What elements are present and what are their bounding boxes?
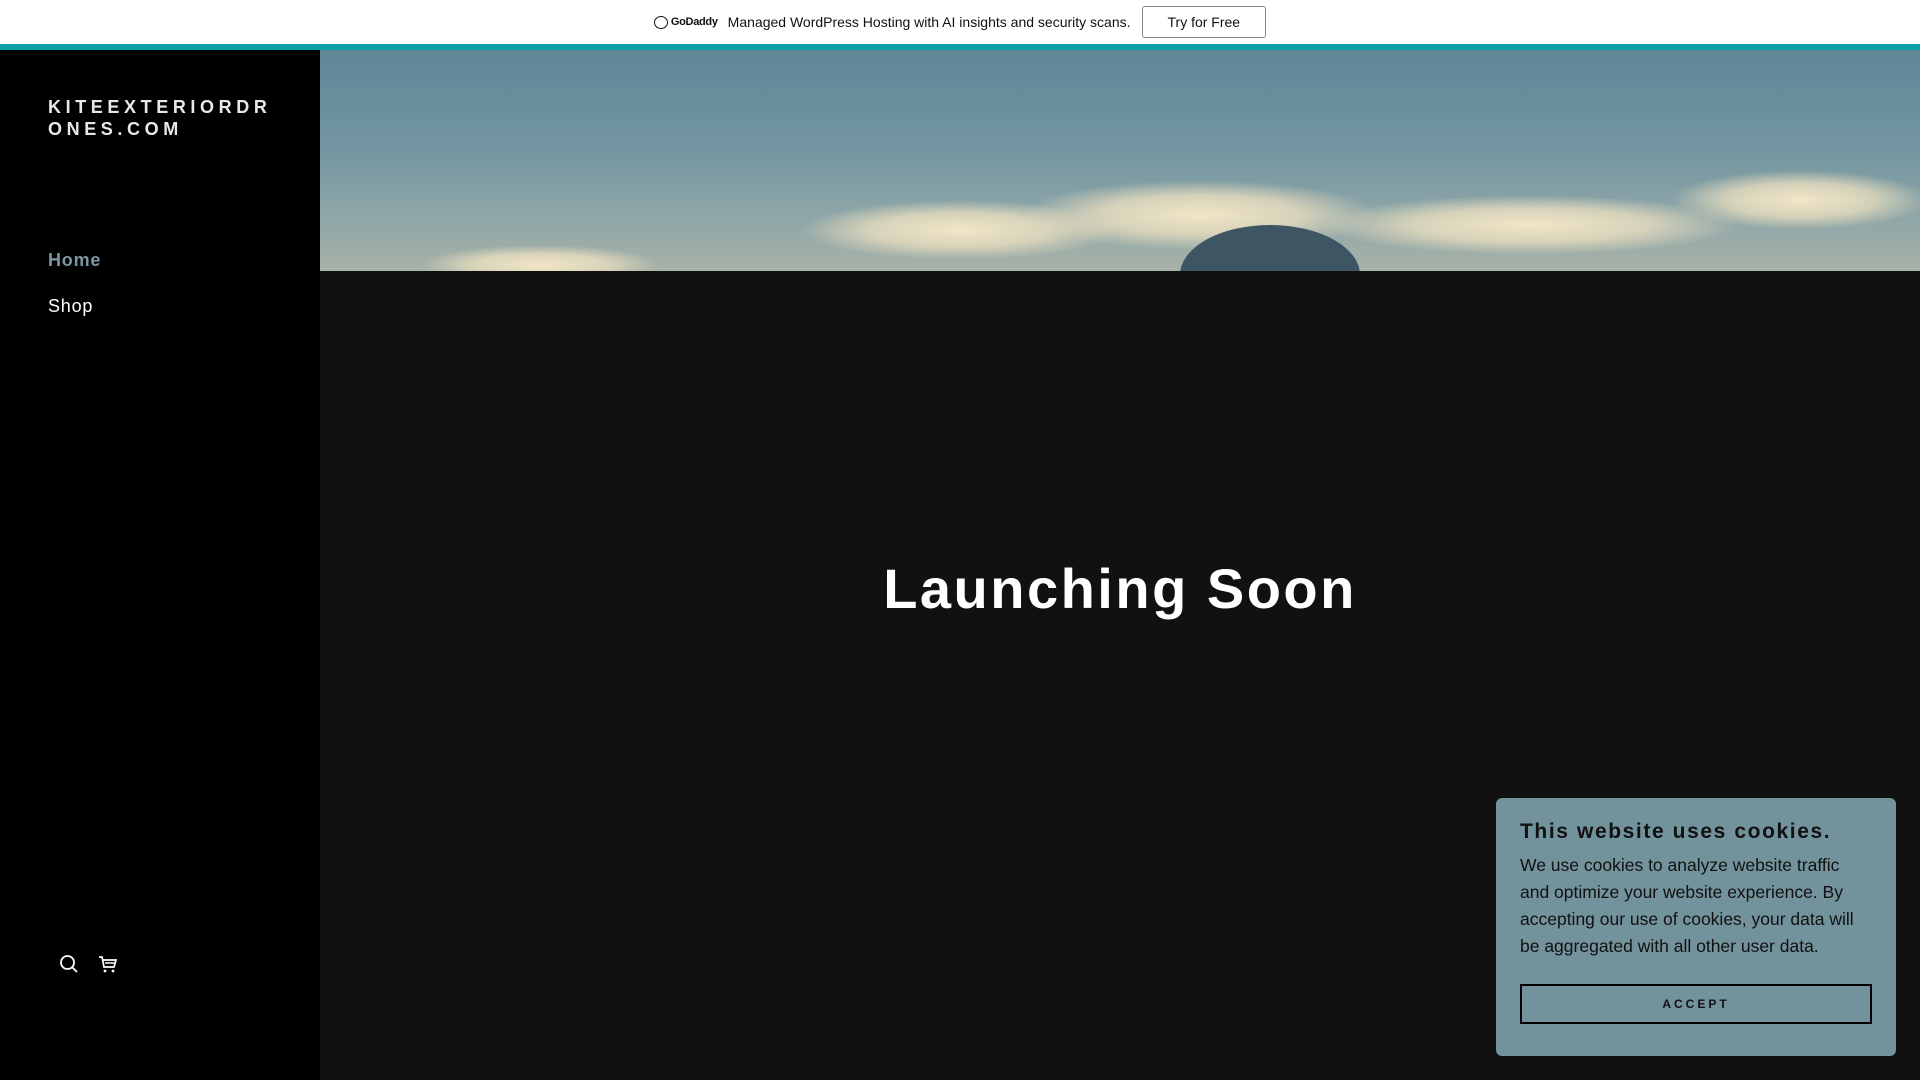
cookie-title: This website uses cookies. xyxy=(1520,820,1832,843)
try-for-free-button[interactable]: Try for Free xyxy=(1141,6,1267,38)
hero-image xyxy=(320,50,1920,271)
nav-shop[interactable]: Shop xyxy=(48,296,93,317)
sidebar: KITEEXTERIORDRONES.COM Home Shop xyxy=(0,50,320,1080)
page-title: Launching Soon xyxy=(883,557,1357,620)
accept-cookies-button[interactable]: ACCEPT xyxy=(1520,984,1872,1024)
godaddy-logo-icon xyxy=(653,15,668,29)
banner-message: Managed WordPress Hosting with AI insigh… xyxy=(727,14,1131,30)
cart-icon[interactable] xyxy=(96,952,120,976)
search-icon[interactable] xyxy=(57,952,81,976)
promo-banner: GoDaddy Managed WordPress Hosting with A… xyxy=(0,0,1920,44)
godaddy-logo: GoDaddy xyxy=(653,15,718,29)
godaddy-brand: GoDaddy xyxy=(670,16,718,28)
site-title[interactable]: KITEEXTERIORDRONES.COM xyxy=(48,96,278,140)
cookie-body: We use cookies to analyze website traffi… xyxy=(1520,855,1854,956)
nav-home[interactable]: Home xyxy=(48,250,101,271)
cookie-banner: This website uses cookies. We use cookie… xyxy=(1496,798,1896,1056)
